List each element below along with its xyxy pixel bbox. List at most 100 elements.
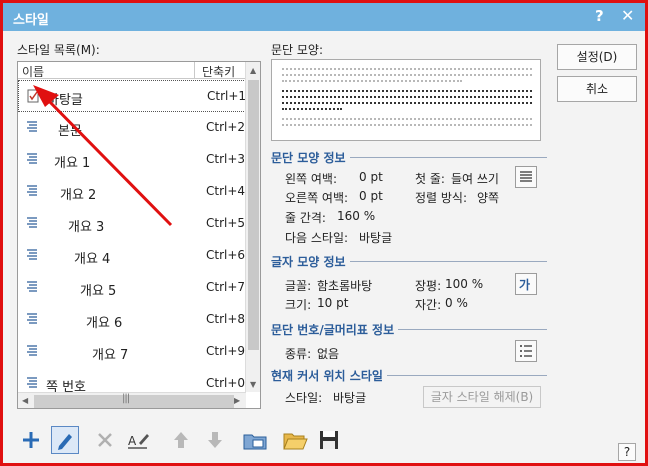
paragraph-shape-icon <box>520 171 532 182</box>
style-item-바탕글[interactable]: 바탕글 Ctrl+1 <box>18 80 246 112</box>
style-item-label: 개요 3 <box>68 220 105 235</box>
style-item-개요1[interactable]: 개요 1 Ctrl+3 <box>18 144 246 176</box>
preview-line <box>282 102 532 104</box>
font-label: 글꼴: <box>285 279 312 293</box>
arrow-down-icon <box>208 432 222 448</box>
font-size-value: 10 pt <box>317 296 349 310</box>
paragraph-style-icon <box>27 185 37 196</box>
bullet-list-icon <box>520 345 532 357</box>
scroll-up-icon[interactable]: ▲ <box>250 66 256 75</box>
svg-text:가: 가 <box>519 277 530 292</box>
style-item-label: 바탕글 <box>47 93 83 108</box>
section-title: 글자 모양 정보 <box>271 253 350 270</box>
preview-line <box>282 90 532 92</box>
style-item-shortcut: Ctrl+8 <box>206 312 246 326</box>
style-item-label: 개요 5 <box>80 284 117 299</box>
style-item-label: 본문 <box>58 124 82 139</box>
header-shortcut[interactable]: 단축키 <box>202 63 235 80</box>
style-item-label: 개요 6 <box>86 316 123 331</box>
paragraph-style-icon <box>27 249 37 260</box>
release-char-style-button[interactable]: 글자 스타일 해제(B) <box>423 386 541 408</box>
preview-line <box>282 74 532 76</box>
close-icon <box>98 433 112 447</box>
header-name[interactable]: 이름 <box>22 63 44 80</box>
plus-icon <box>23 432 39 448</box>
paragraph-shape-button[interactable] <box>515 166 537 188</box>
next-style-label: 다음 스타일: <box>285 231 349 245</box>
style-item-개요5[interactable]: 개요 5 Ctrl+7 <box>18 272 246 304</box>
style-item-shortcut: Ctrl+0 <box>206 376 246 390</box>
style-properties-button[interactable]: A <box>125 426 153 454</box>
style-list-header: 이름 단축키 <box>18 62 246 79</box>
vertical-scrollbar[interactable]: ▲ ▼ <box>245 62 260 392</box>
edit-style-button[interactable] <box>51 426 79 454</box>
horizontal-scrollbar[interactable]: ◀ ||| ▶ <box>18 392 246 408</box>
style-item-개요4[interactable]: 개요 4 Ctrl+6 <box>18 240 246 272</box>
style-item-shortcut: Ctrl+1 <box>207 89 247 103</box>
style-item-label: 개요 4 <box>74 252 111 267</box>
footer-help-button[interactable]: ? <box>618 443 636 461</box>
settings-button[interactable]: 설정(D) <box>557 44 637 70</box>
char-info-section: 글자 모양 정보 <box>271 253 547 270</box>
first-line-label: 첫 줄: <box>415 172 445 186</box>
style-item-개요6[interactable]: 개요 6 Ctrl+8 <box>18 304 246 336</box>
char-spacing-label: 자간: <box>415 298 442 312</box>
scroll-right-icon[interactable]: ▶ <box>234 396 240 405</box>
add-style-button[interactable] <box>17 426 45 454</box>
open-style-button[interactable] <box>281 426 309 454</box>
style-dialog: 스타일 ? ✕ 스타일 목록(M): 이름 단축키 바탕글 Ctrl+1 본문 … <box>0 0 648 466</box>
preview-line <box>282 124 532 126</box>
preview-line <box>282 80 462 82</box>
style-list-label: 스타일 목록(M): <box>17 43 100 57</box>
scroll-down-icon[interactable]: ▼ <box>250 380 256 389</box>
char-spacing-value: 0 % <box>445 296 468 310</box>
delete-style-button[interactable] <box>91 426 119 454</box>
style-item-개요3[interactable]: 개요 3 Ctrl+5 <box>18 208 246 240</box>
scroll-left-icon[interactable]: ◀ <box>22 396 28 405</box>
style-item-개요7[interactable]: 개요 7 Ctrl+9 <box>18 336 246 368</box>
style-item-개요2[interactable]: 개요 2 Ctrl+4 <box>18 176 246 208</box>
right-margin-label: 오른쪽 여백: <box>285 191 349 205</box>
section-title: 현재 커서 위치 스타일 <box>271 367 387 384</box>
import-style-button[interactable] <box>241 426 269 454</box>
left-margin-label: 왼쪽 여백: <box>285 172 338 186</box>
dialog-title: 스타일 <box>13 13 49 28</box>
style-item-shortcut: Ctrl+4 <box>206 184 246 198</box>
font-value: 함초롬바탕 <box>317 279 373 293</box>
scroll-thumb-horizontal[interactable] <box>34 395 234 408</box>
numbering-type-label: 종류: <box>285 347 312 361</box>
preview-label: 문단 모양: <box>271 43 324 57</box>
close-button[interactable]: ✕ <box>621 6 634 25</box>
move-down-button[interactable] <box>201 426 229 454</box>
save-style-button[interactable] <box>315 426 343 454</box>
paragraph-info-section: 문단 모양 정보 <box>271 149 547 166</box>
paragraph-style-icon <box>27 217 37 228</box>
help-button[interactable]: ? <box>595 7 604 25</box>
style-item-label: 개요 7 <box>92 348 129 363</box>
cancel-button[interactable]: 취소 <box>557 76 637 102</box>
scroll-thumb[interactable] <box>248 80 259 350</box>
current-style-label: 스타일: <box>285 391 323 405</box>
char-shape-button[interactable]: 가 <box>515 273 537 295</box>
line-spacing-label: 줄 간격: <box>285 211 326 225</box>
numbering-type-value: 없음 <box>317 347 340 361</box>
char-width-label: 장평: <box>415 279 442 293</box>
header-separator <box>194 62 195 79</box>
style-item-shortcut: Ctrl+3 <box>206 152 246 166</box>
numbering-button[interactable] <box>515 340 537 362</box>
paragraph-style-icon <box>27 281 37 292</box>
style-item-본문[interactable]: 본문 Ctrl+2 <box>18 112 246 144</box>
current-style-section: 현재 커서 위치 스타일 <box>271 367 547 384</box>
preview-line <box>282 96 532 98</box>
char-shape-icon: 가 <box>519 277 530 292</box>
preview-line <box>282 108 342 110</box>
folder-open-icon <box>283 433 308 450</box>
move-up-button[interactable] <box>167 426 195 454</box>
next-style-value: 바탕글 <box>359 231 393 245</box>
pencil-icon <box>58 434 72 450</box>
line-spacing-value: 160 % <box>337 209 376 223</box>
style-list[interactable]: 이름 단축키 바탕글 Ctrl+1 본문 Ctrl+2 개요 1 Ctrl+3 … <box>17 61 261 409</box>
section-title: 문단 번호/글머리표 정보 <box>271 321 399 338</box>
current-style-value: 바탕글 <box>333 391 367 405</box>
char-style-icon <box>27 89 39 103</box>
